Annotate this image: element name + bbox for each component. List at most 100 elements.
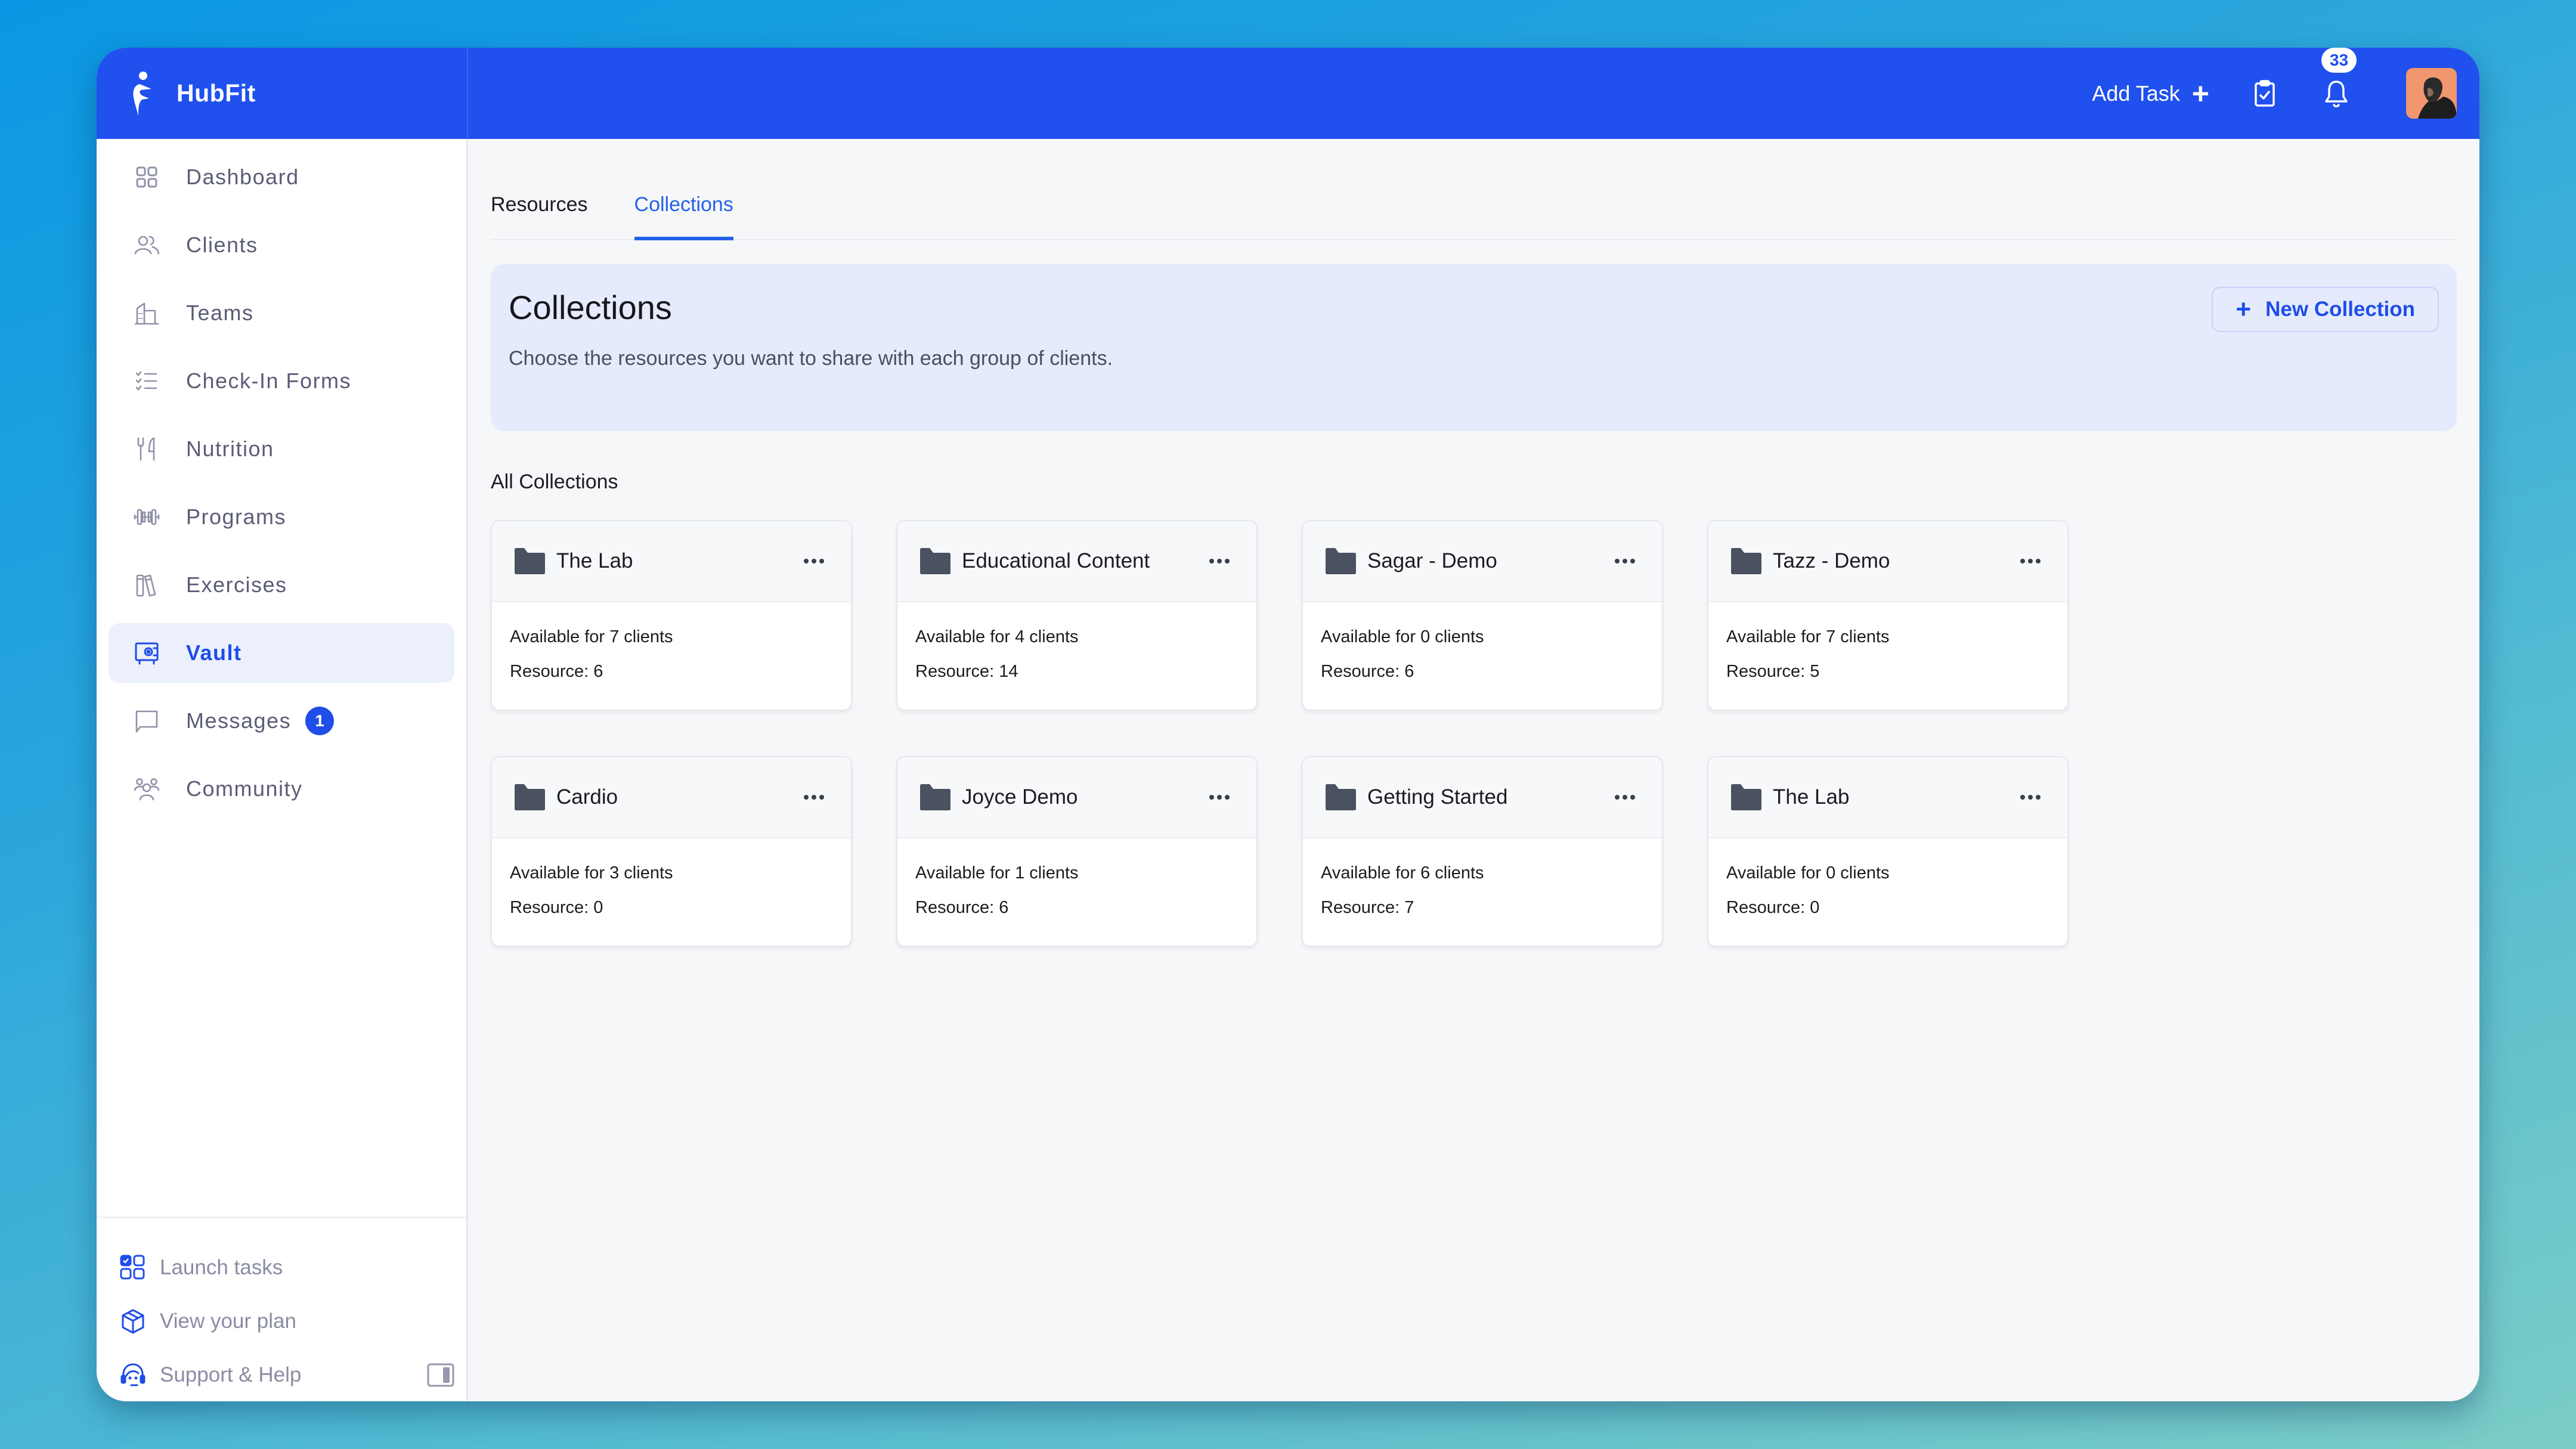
sidebar-item-messages[interactable]: Messages 1	[109, 691, 454, 751]
launch-tasks-label: Launch tasks	[160, 1256, 283, 1279]
sidebar-item-check-in-forms[interactable]: Check-In Forms	[109, 351, 454, 411]
more-options-button[interactable]	[1203, 785, 1236, 809]
collection-name: Educational Content	[962, 549, 1150, 572]
app-window: HubFit Add Task + 33 Dashboard Clients T…	[97, 48, 2479, 1401]
collections-grid: The Lab Available for 7 clients Resource…	[491, 520, 2457, 947]
folder-icon	[1731, 548, 1761, 574]
launch-tasks-link[interactable]: Launch tasks	[97, 1241, 466, 1295]
sidebar-item-label: Clients	[186, 233, 258, 257]
view-plan-link[interactable]: View your plan	[97, 1295, 466, 1348]
more-horizontal-icon	[1615, 795, 1635, 800]
collection-clients-count: Available for 4 clients	[915, 627, 1079, 646]
support-help-link[interactable]: Support & Help	[97, 1348, 466, 1401]
dashboard-grid-icon	[136, 166, 157, 188]
sidebar-item-exercises[interactable]: Exercises	[109, 555, 454, 615]
collection-name: Getting Started	[1367, 785, 1508, 809]
sidebar-item-teams[interactable]: Teams	[109, 283, 454, 343]
clipboard-check-icon	[2255, 79, 2275, 107]
collection-clients-count: Available for 0 clients	[1726, 863, 1890, 883]
collection-card-body: Available for 7 clients Resource: 5	[1708, 602, 2067, 682]
avatar-image	[2406, 68, 2457, 119]
collection-resource-count: Resource: 6	[510, 662, 603, 681]
more-options-button[interactable]	[1203, 549, 1236, 573]
collection-card[interactable]: The Lab Available for 0 clients Resource…	[1707, 756, 2069, 947]
checklist-icon	[135, 371, 157, 391]
page-title: Collections	[509, 289, 672, 326]
tab-bar: Resources Collections	[491, 139, 2457, 240]
brand[interactable]: HubFit	[97, 48, 468, 139]
sidebar-item-clients[interactable]: Clients	[109, 215, 454, 275]
new-collection-button[interactable]: + New Collection	[2212, 287, 2439, 332]
add-task-button[interactable]: Add Task +	[2092, 79, 2209, 109]
more-horizontal-icon	[1615, 559, 1635, 564]
collection-card-body: Available for 3 clients Resource: 0	[492, 838, 851, 918]
sidebar-item-label: Community	[186, 776, 303, 801]
more-options-button[interactable]	[1608, 549, 1642, 573]
collection-card[interactable]: Tazz - Demo Available for 7 clients Reso…	[1707, 520, 2069, 711]
collection-card-body: Available for 4 clients Resource: 14	[897, 602, 1256, 682]
sidebar-collapse-icon[interactable]	[427, 1363, 454, 1387]
folder-icon	[515, 548, 545, 574]
collection-card-header: Joyce Demo	[897, 757, 1256, 838]
more-options-button[interactable]	[797, 785, 831, 809]
collection-clients-count: Available for 1 clients	[915, 863, 1079, 883]
more-options-button[interactable]	[1608, 785, 1642, 809]
collection-card-body: Available for 6 clients Resource: 7	[1303, 838, 1662, 918]
sidebar-item-label: Teams	[186, 301, 254, 325]
collection-card-body: Available for 1 clients Resource: 6	[897, 838, 1256, 918]
launch-tasks-icon	[120, 1255, 145, 1280]
collection-card-body: Available for 0 clients Resource: 0	[1708, 838, 2067, 918]
collection-card-body: Available for 7 clients Resource: 6	[492, 602, 851, 682]
collection-clients-count: Available for 7 clients	[510, 627, 673, 646]
more-horizontal-icon	[804, 559, 824, 564]
collection-card[interactable]: Sagar - Demo Available for 0 clients Res…	[1302, 520, 1663, 711]
fork-knife-icon	[137, 437, 155, 461]
collection-clients-count: Available for 6 clients	[1321, 863, 1484, 883]
folder-icon	[1731, 784, 1761, 810]
folder-icon	[920, 548, 950, 574]
sidebar-item-community[interactable]: Community	[109, 759, 454, 819]
collection-name: The Lab	[556, 549, 633, 572]
sidebar: Dashboard Clients Teams Check-In Forms N…	[97, 139, 468, 1401]
collection-resource-count: Resource: 5	[1726, 662, 1820, 681]
more-options-button[interactable]	[2014, 549, 2047, 573]
collection-card-header: The Lab	[1708, 757, 2067, 838]
tab-resources[interactable]: Resources	[491, 193, 588, 239]
collection-resource-count: Resource: 7	[1321, 898, 1414, 917]
hubfit-logo-icon	[133, 71, 151, 116]
sidebar-item-programs[interactable]: Programs	[109, 487, 454, 547]
view-plan-label: View your plan	[160, 1309, 296, 1333]
sidebar-item-label: Vault	[186, 640, 242, 665]
sidebar-nav: Dashboard Clients Teams Check-In Forms N…	[97, 139, 466, 819]
page-subtitle: Choose the resources you want to share w…	[509, 347, 1113, 370]
collection-card-header: Tazz - Demo	[1708, 521, 2067, 602]
collection-name: Joyce Demo	[962, 785, 1078, 809]
collection-clients-count: Available for 0 clients	[1321, 627, 1484, 646]
collection-card-header: Sagar - Demo	[1303, 521, 1662, 602]
more-options-button[interactable]	[2014, 785, 2047, 809]
sidebar-item-label: Messages	[186, 708, 292, 733]
more-horizontal-icon	[2020, 795, 2041, 800]
folder-icon	[920, 784, 950, 810]
main-content: Resources Collections Collections Choose…	[468, 139, 2479, 1401]
top-header: HubFit Add Task + 33	[97, 48, 2479, 139]
collection-clients-count: Available for 7 clients	[1726, 627, 1890, 646]
collection-card[interactable]: Joyce Demo Available for 1 clients Resou…	[896, 756, 1258, 947]
user-avatar[interactable]	[2406, 68, 2457, 119]
sidebar-item-nutrition[interactable]: Nutrition	[109, 419, 454, 479]
collection-resource-count: Resource: 0	[510, 898, 603, 917]
collection-card[interactable]: Cardio Available for 3 clients Resource:…	[491, 756, 852, 947]
sidebar-item-vault[interactable]: Vault	[109, 623, 454, 683]
sidebar-item-label: Nutrition	[186, 436, 274, 461]
notifications-button[interactable]: 33	[2321, 48, 2357, 109]
collection-card[interactable]: The Lab Available for 7 clients Resource…	[491, 520, 852, 711]
collection-card-header: Cardio	[492, 757, 851, 838]
collection-card[interactable]: Getting Started Available for 6 clients …	[1302, 756, 1663, 947]
sidebar-item-dashboard[interactable]: Dashboard	[109, 147, 454, 207]
collection-card-header: The Lab	[492, 521, 851, 602]
tab-collections[interactable]: Collections	[634, 193, 734, 240]
more-options-button[interactable]	[797, 549, 831, 573]
bell-icon	[2325, 80, 2348, 107]
collection-card[interactable]: Educational Content Available for 4 clie…	[896, 520, 1258, 711]
tasks-button[interactable]	[2250, 79, 2280, 109]
